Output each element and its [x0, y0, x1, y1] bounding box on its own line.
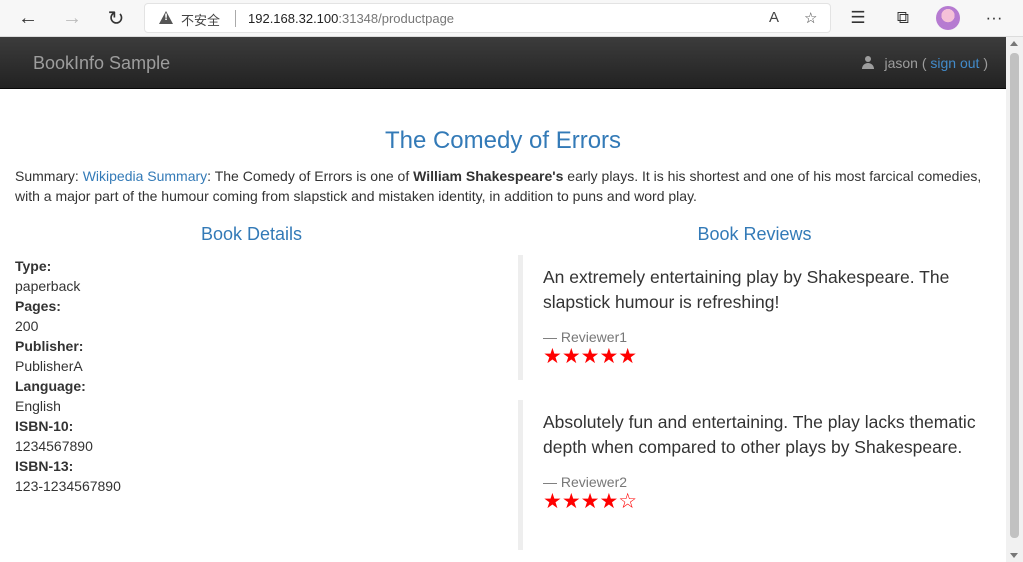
reviewer-name: — Reviewer2 [543, 474, 628, 490]
address-bar[interactable]: 不安全 192.168.32.100:31348/productpage A ☆ [144, 3, 831, 33]
product-summary: Summary: Wikipedia Summary: The Comedy o… [15, 166, 990, 206]
read-aloud-icon[interactable]: A [769, 9, 779, 26]
forward-icon[interactable]: → [57, 4, 87, 32]
brand-link[interactable]: BookInfo Sample [33, 53, 170, 74]
summary-label: Summary: [15, 168, 83, 184]
browser-toolbar: ← → ↻ 不安全 192.168.32.100:31348/productpa… [0, 0, 1023, 37]
detail-label-type: Type: [15, 258, 52, 274]
reviewer-name: — Reviewer1 [543, 329, 628, 345]
vertical-scrollbar[interactable] [1006, 37, 1023, 562]
book-reviews-heading: Book Reviews [697, 224, 812, 244]
user-area: jason ( sign out ) [862, 55, 988, 71]
detail-value-pages: 200 [15, 318, 39, 334]
review-text: Absolutely fun and entertaining. The pla… [543, 412, 976, 457]
scroll-up-icon[interactable] [1010, 41, 1018, 46]
wikipedia-summary-link[interactable]: Wikipedia Summary [83, 168, 207, 184]
star-rating: ★★★★☆ [543, 489, 638, 513]
detail-value-language: English [15, 398, 61, 414]
review-block: An extremely entertaining play by Shakes… [518, 255, 978, 380]
url-host: 192.168.32.100 [248, 11, 339, 26]
url-text[interactable]: 192.168.32.100:31348/productpage [248, 11, 454, 26]
detail-label-isbn13: ISBN-13: [15, 458, 74, 474]
warning-icon[interactable] [159, 11, 173, 24]
back-icon[interactable]: ← [13, 4, 43, 32]
scroll-thumb[interactable] [1010, 53, 1019, 538]
review-block: Absolutely fun and entertaining. The pla… [518, 400, 978, 550]
detail-label-pages: Pages: [15, 298, 61, 314]
detail-value-isbn13: 123-1234567890 [15, 478, 121, 494]
book-details-list: Type: paperback Pages: 200 Publisher: Pu… [15, 256, 121, 496]
reload-icon[interactable]: ↻ [101, 4, 131, 32]
book-details-heading: Book Details [200, 224, 303, 244]
address-divider [235, 10, 236, 27]
summary-text-1: : The Comedy of Errors is one of [207, 168, 414, 184]
detail-label-publisher: Publisher: [15, 338, 84, 354]
sign-out-link[interactable]: sign out [930, 55, 979, 71]
star-rating: ★★★★★ [543, 344, 638, 368]
top-navbar: BookInfo Sample jason ( sign out ) [0, 37, 1006, 89]
summary-bold: William Shakespeare's [413, 168, 564, 184]
page-viewport: BookInfo Sample jason ( sign out ) The C… [0, 37, 1006, 562]
favorites-icon[interactable]: ☰ [843, 4, 873, 32]
detail-value-isbn10: 1234567890 [15, 438, 93, 454]
page-title: The Comedy of Errors [384, 127, 622, 154]
url-path: :31348/productpage [338, 11, 455, 26]
profile-avatar[interactable] [936, 6, 960, 30]
insecure-label[interactable]: 不安全 [181, 10, 220, 29]
add-favorite-icon[interactable]: ☆ [804, 9, 817, 27]
detail-label-language: Language: [15, 378, 86, 394]
scroll-down-icon[interactable] [1010, 553, 1018, 558]
more-icon[interactable]: ··· [979, 4, 1009, 32]
username: jason ( [884, 55, 927, 71]
user-icon [862, 56, 875, 69]
detail-label-isbn10: ISBN-10: [15, 418, 74, 434]
collections-icon[interactable]: ⧉ [888, 4, 918, 32]
close-paren: ) [983, 55, 988, 71]
review-text: An extremely entertaining play by Shakes… [543, 267, 950, 312]
detail-value-publisher: PublisherA [15, 358, 83, 374]
detail-value-type: paperback [15, 278, 81, 294]
